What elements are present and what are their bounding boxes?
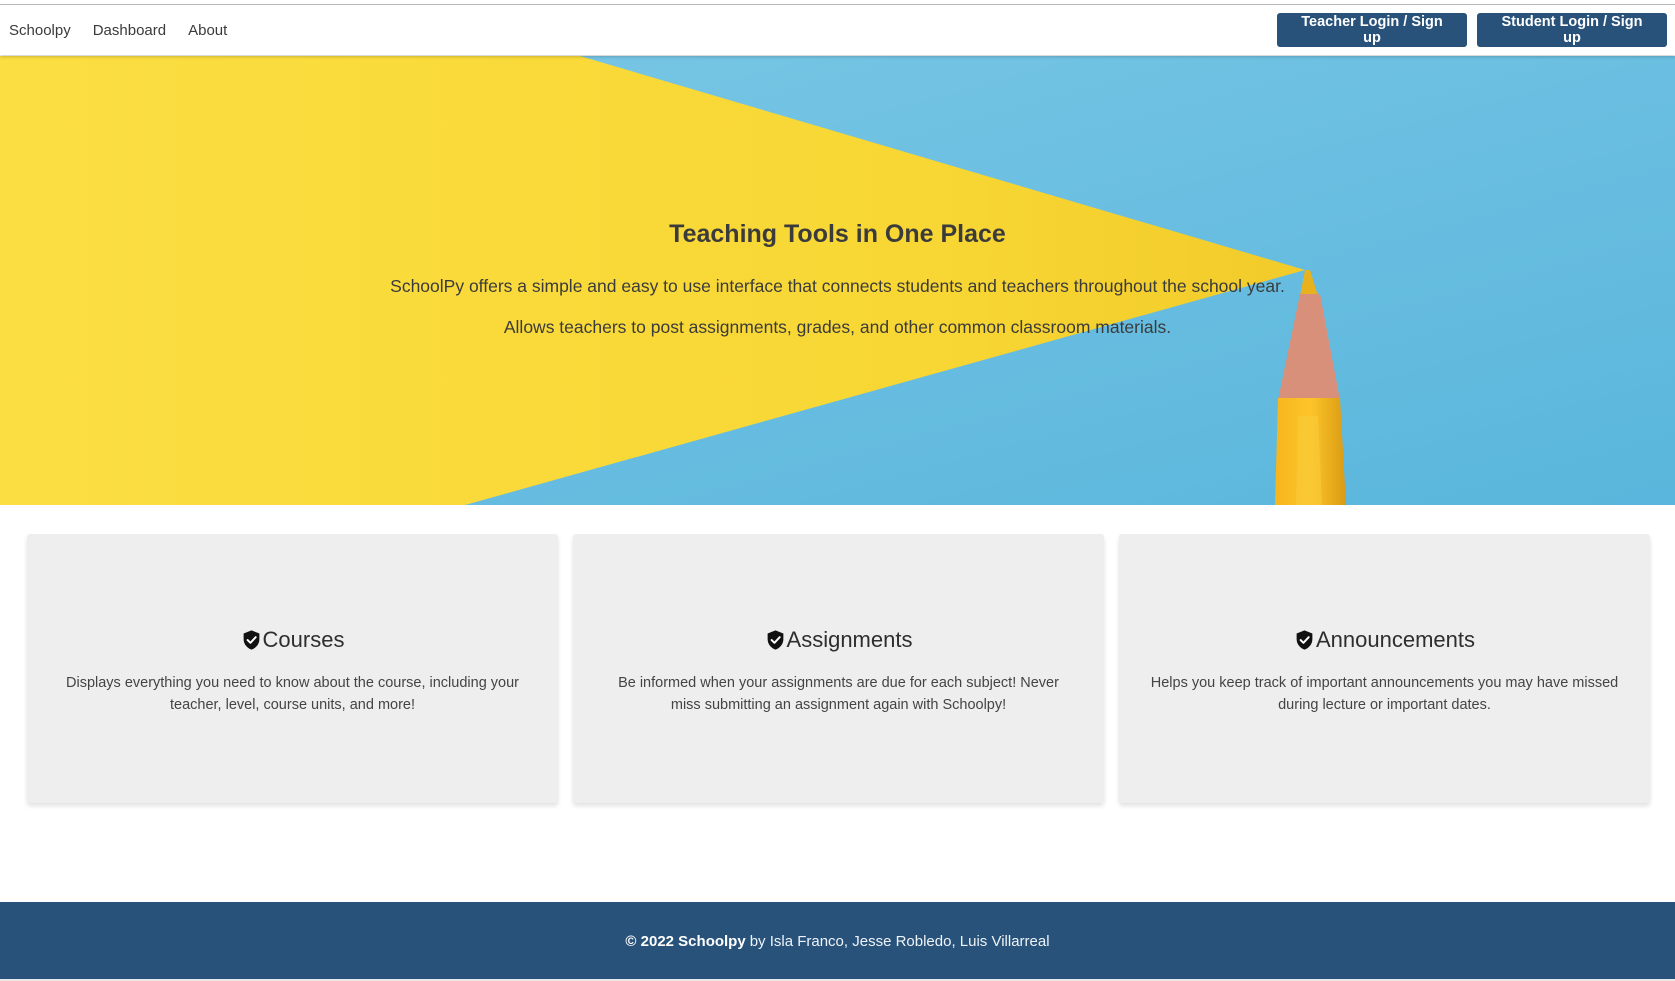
footer: © 2022 Schoolpy by Isla Franco, Jesse Ro…	[0, 902, 1675, 981]
nav-link-about[interactable]: About	[188, 22, 227, 39]
card-header: Courses	[27, 627, 558, 653]
nav-link-dashboard[interactable]: Dashboard	[93, 22, 166, 39]
shield-check-icon	[1296, 630, 1313, 650]
hero-title: Teaching Tools in One Place	[669, 220, 1006, 248]
shield-check-icon	[767, 630, 783, 650]
card-description: Displays everything you need to know abo…	[66, 675, 519, 713]
card-header: Assignments	[573, 627, 1104, 653]
feature-card-announcements: Announcements Helps you keep track of im…	[1119, 534, 1650, 803]
hero-description-1: SchoolPy offers a simple and easy to use…	[390, 276, 1285, 296]
feature-card-assignments: Assignments Be informed when your assign…	[573, 534, 1104, 803]
card-header: Announcements	[1119, 627, 1650, 653]
feature-card-courses: Courses Displays everything you need to …	[27, 534, 558, 803]
hero-banner: Teaching Tools in One Place SchoolPy off…	[0, 56, 1675, 505]
shield-check-icon	[243, 630, 259, 650]
card-description: Be informed when your assignments are du…	[618, 675, 1059, 713]
hero-content: Teaching Tools in One Place SchoolPy off…	[0, 56, 1675, 505]
nav-links: Schoolpy Dashboard About	[9, 22, 249, 39]
nav-brand-link[interactable]: Schoolpy	[9, 22, 71, 39]
hero-description-2: Allows teachers to post assignments, gra…	[503, 317, 1172, 337]
feature-cards: Courses Displays everything you need to …	[27, 534, 1665, 803]
student-login-button[interactable]: Student Login / Sign up	[1477, 13, 1667, 47]
card-title: Courses	[262, 627, 345, 652]
footer-copyright: © 2022 Schoolpy	[625, 933, 746, 950]
navbar: Schoolpy Dashboard About Teacher Login /…	[0, 5, 1675, 55]
teacher-login-button[interactable]: Teacher Login / Sign up	[1277, 13, 1467, 47]
footer-authors: by Isla Franco, Jesse Robledo, Luis Vill…	[749, 933, 1050, 950]
card-title: Assignments	[786, 627, 913, 652]
card-title: Announcements	[1316, 627, 1475, 652]
nav-actions: Teacher Login / Sign up Student Login / …	[1277, 13, 1675, 47]
card-description: Helps you keep track of important announ…	[1150, 675, 1619, 713]
